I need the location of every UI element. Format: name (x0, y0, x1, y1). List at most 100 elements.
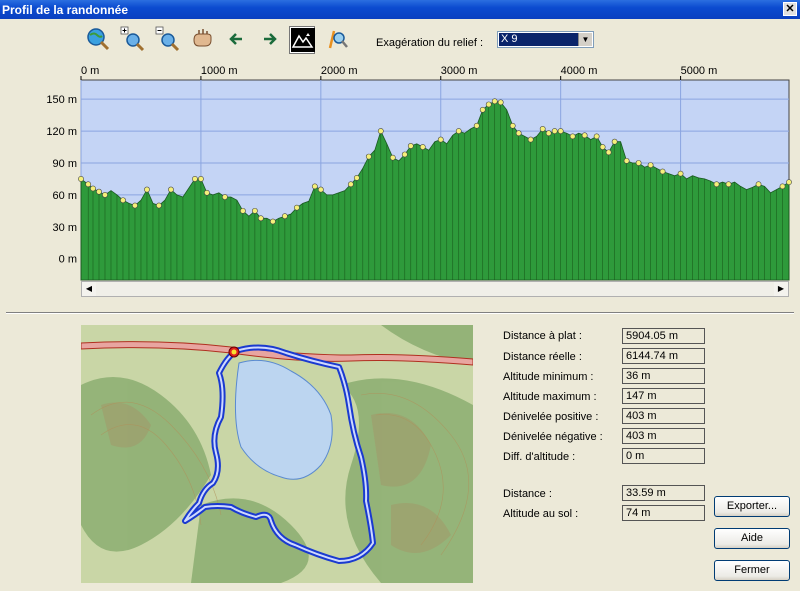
waypoint-marker (204, 189, 210, 196)
zoom-globe-icon (87, 28, 110, 51)
scroll-left-icon[interactable]: ◀ (82, 282, 96, 296)
waypoint-marker (611, 138, 618, 145)
waypoint-marker (132, 202, 138, 209)
waypoint-marker (168, 186, 174, 193)
waypoint-marker (786, 179, 792, 186)
distance-reelle-label: Distance réelle : (503, 351, 582, 363)
scroll-right-icon[interactable]: ▶ (774, 282, 788, 296)
waypoint-marker (485, 101, 492, 108)
waypoint-marker (677, 170, 684, 177)
waypoint-marker (347, 181, 354, 188)
elevation-profile-chart: 0 m 1000 m 2000 m 3000 m 4000 m 5000 m 150 m 12… (46, 65, 792, 281)
help-button[interactable]: Aide (714, 528, 790, 549)
waypoint-marker (96, 188, 102, 195)
waypoint-marker (377, 128, 384, 134)
waypoint-marker (317, 186, 324, 193)
waypoint-marker (509, 122, 516, 129)
distance-plat-label: Distance à plat : (503, 330, 582, 342)
y-tick-label: 60 m (53, 190, 77, 202)
x-tick-label: 2000 m (321, 65, 358, 77)
waypoint-marker (78, 176, 84, 182)
altitude-min-value: 36 m (622, 368, 705, 384)
zoom-in-icon (120, 26, 145, 52)
x-tick-label: 5000 m (681, 65, 718, 77)
altitude-max-value: 147 m (622, 388, 705, 404)
y-tick-label: 150 m (46, 94, 77, 106)
waypoint-marker (581, 132, 588, 139)
waypoint-marker (545, 130, 552, 137)
exaggeration-select[interactable]: X 9 ▼ (497, 31, 594, 48)
waypoint-marker (407, 143, 414, 149)
waypoint-marker (527, 136, 534, 143)
exaggeration-label: Exagération du relief : (376, 37, 484, 49)
arrow-right-icon (264, 33, 277, 45)
window-title: Profil de la randonnée (2, 3, 129, 17)
arrow-left-icon (229, 33, 242, 45)
waypoint-marker (551, 128, 558, 134)
export-button[interactable]: Exporter... (714, 496, 790, 517)
waypoint-marker (557, 128, 564, 134)
zoom-in-button[interactable] (120, 26, 146, 54)
denivelee-positive-value: 403 m (622, 408, 705, 424)
waypoint-marker (659, 168, 666, 175)
profile-scrollbar[interactable]: ◀ ▶ (81, 281, 789, 297)
close-window-button[interactable]: ✕ (783, 2, 797, 16)
chevron-down-icon[interactable]: ▼ (578, 33, 592, 46)
waypoint-marker (593, 133, 600, 140)
close-button[interactable]: Fermer (714, 560, 790, 581)
waypoint-marker (539, 126, 546, 132)
waypoint-marker (192, 176, 198, 182)
title-bar: Profil de la randonnée ✕ (0, 0, 800, 19)
waypoint-marker (755, 181, 762, 188)
waypoint-marker (353, 174, 360, 181)
route-map[interactable] (81, 325, 473, 583)
zoom-globe-button[interactable] (85, 26, 111, 54)
distance-label: Distance : (503, 488, 552, 500)
relief-profile-icon (291, 28, 315, 52)
waypoint-marker (725, 181, 732, 188)
zoom-out-icon (155, 26, 180, 52)
diff-altitude-value: 0 m (622, 448, 705, 464)
magnify-path-icon (328, 30, 348, 49)
zoom-out-button[interactable] (155, 26, 181, 54)
waypoint-marker (85, 181, 92, 188)
waypoint-marker (156, 202, 162, 209)
y-tick-label: 120 m (46, 126, 77, 138)
altitude-sol-label: Altitude au sol : (503, 508, 579, 520)
waypoint-marker (491, 98, 498, 105)
x-tick-label: 1000 m (201, 65, 238, 77)
denivelee-negative-value: 403 m (622, 428, 705, 444)
distance-reelle-value: 6144.74 m (622, 348, 705, 364)
waypoint-marker (389, 154, 396, 161)
hand-pan-icon (193, 29, 212, 47)
waypoint-marker (419, 144, 426, 150)
waypoint-marker (365, 153, 372, 160)
waypoint-marker (281, 213, 288, 220)
exaggeration-value: X 9 (499, 33, 578, 46)
denivelee-negative-label: Dénivelée négative : (503, 431, 603, 443)
waypoint-marker (251, 207, 258, 214)
waypoint-marker (713, 181, 720, 188)
magnify-path-button[interactable] (324, 26, 350, 54)
altitude-sol-value: 74 m (622, 505, 705, 521)
waypoint-marker (269, 218, 276, 225)
section-divider (6, 312, 794, 314)
waypoint-marker (239, 207, 246, 214)
waypoint-marker (293, 204, 300, 211)
relief-profile-button[interactable] (289, 26, 315, 54)
start-marker-icon (228, 346, 240, 358)
waypoint-marker (401, 151, 408, 158)
waypoint-marker (635, 160, 642, 166)
waypoint-marker (605, 149, 612, 156)
distance-plat-value: 5904.05 m (622, 328, 705, 344)
y-tick-label: 90 m (53, 158, 77, 170)
previous-button[interactable] (224, 26, 250, 54)
waypoint-marker (623, 157, 630, 164)
waypoint-marker (102, 191, 108, 198)
pan-button[interactable] (190, 26, 216, 54)
waypoint-marker (515, 130, 522, 137)
next-button[interactable] (256, 26, 282, 54)
waypoint-marker (455, 128, 462, 134)
y-tick-label: 30 m (53, 222, 77, 234)
altitude-min-label: Altitude minimum : (503, 371, 594, 383)
